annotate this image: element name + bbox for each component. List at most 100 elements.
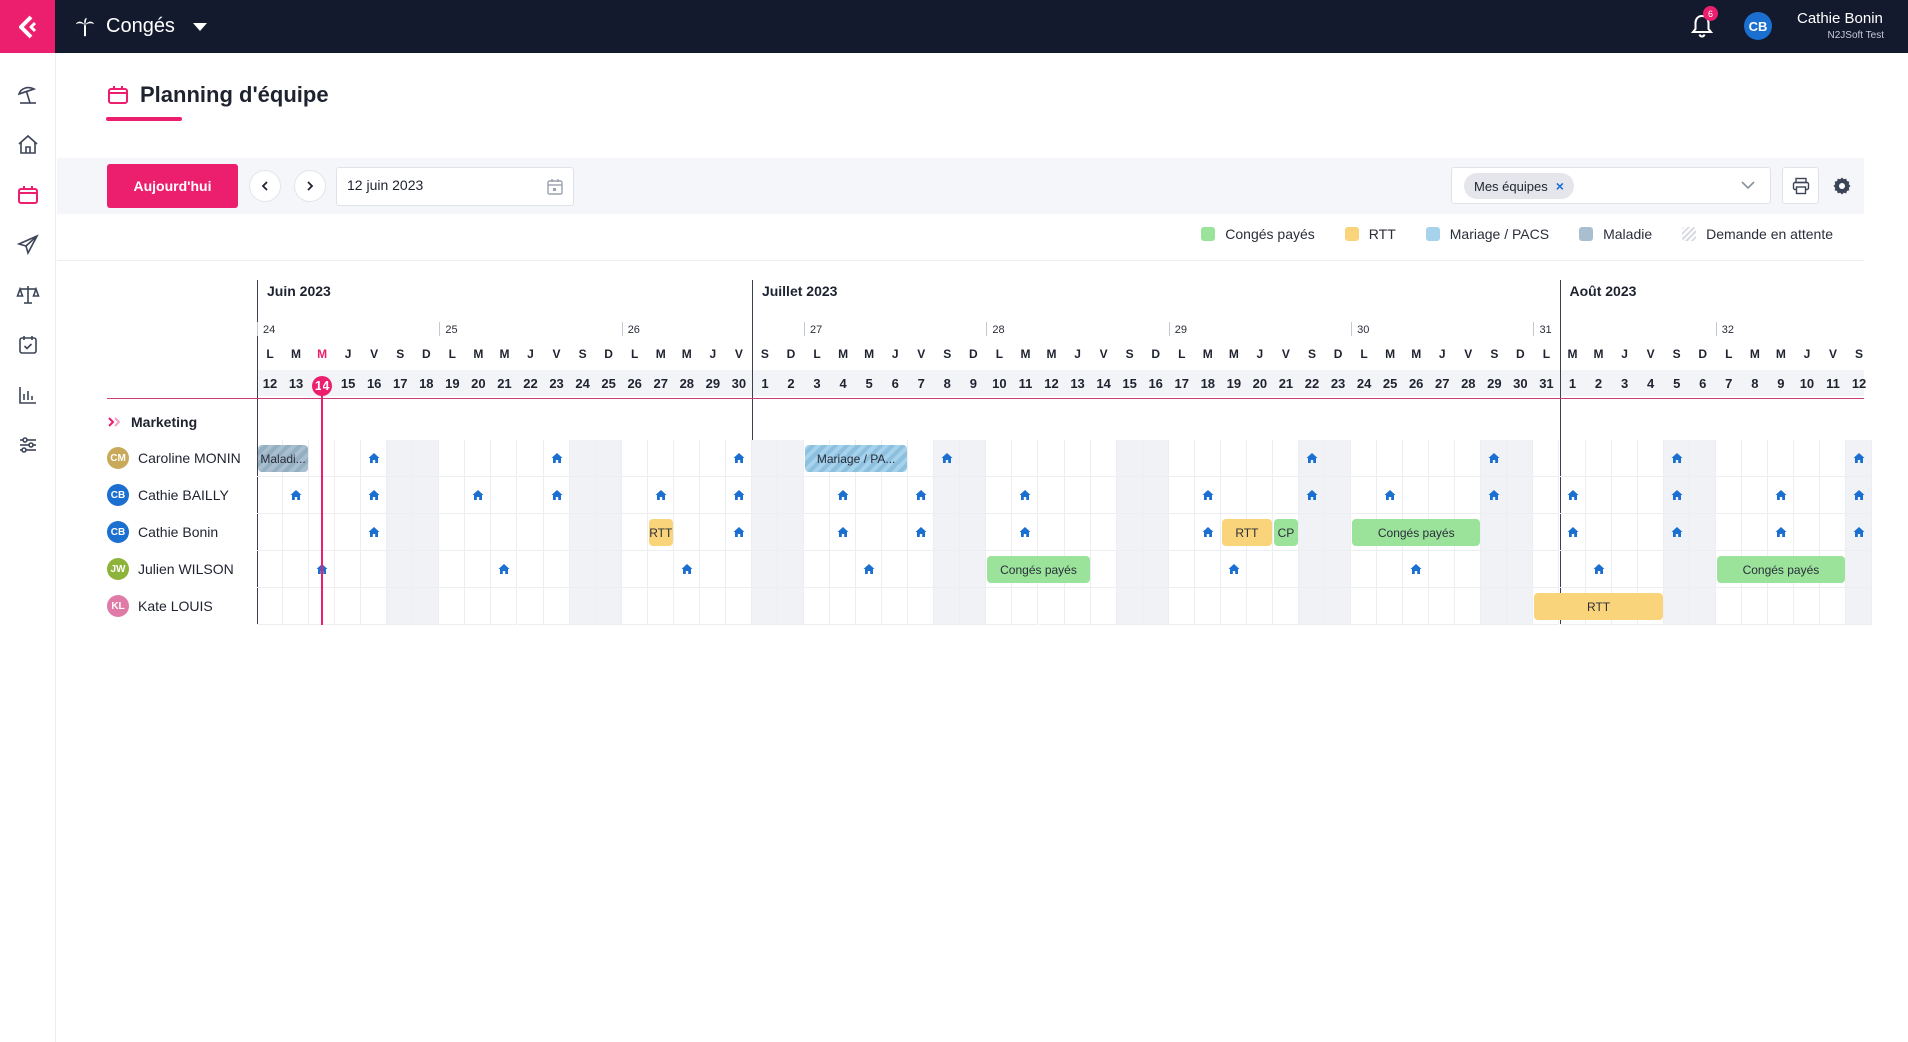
calendar-cell[interactable] bbox=[1846, 588, 1873, 625]
day-number[interactable]: 15 bbox=[1117, 376, 1143, 391]
calendar-cell[interactable] bbox=[1585, 514, 1612, 551]
calendar-cell[interactable] bbox=[491, 477, 518, 514]
calendar-cell[interactable] bbox=[1246, 477, 1273, 514]
calendar-cell[interactable] bbox=[751, 551, 778, 588]
calendar-cell[interactable] bbox=[1585, 440, 1612, 477]
calendar-cell[interactable] bbox=[1194, 588, 1221, 625]
day-number[interactable]: 17 bbox=[387, 376, 413, 391]
calendar-cell[interactable] bbox=[335, 588, 362, 625]
day-number[interactable]: 28 bbox=[1455, 376, 1481, 391]
calendar-cell[interactable] bbox=[1455, 551, 1482, 588]
day-number[interactable]: 12 bbox=[1039, 376, 1065, 391]
calendar-cell[interactable] bbox=[569, 514, 596, 551]
day-number[interactable]: 3 bbox=[804, 376, 830, 391]
calendar-cell[interactable] bbox=[1741, 477, 1768, 514]
calendar-cell[interactable] bbox=[413, 477, 440, 514]
leave-event[interactable]: RTT bbox=[1534, 593, 1663, 620]
calendar-cell[interactable] bbox=[1507, 477, 1534, 514]
calendar-cell[interactable] bbox=[1403, 440, 1430, 477]
calendar-cell[interactable] bbox=[1090, 551, 1117, 588]
calendar-cell[interactable] bbox=[413, 588, 440, 625]
calendar-cell[interactable] bbox=[882, 551, 909, 588]
calendar-cell[interactable] bbox=[569, 551, 596, 588]
calendar-cell[interactable] bbox=[335, 440, 362, 477]
calendar-cell[interactable] bbox=[517, 551, 544, 588]
calendar-cell[interactable] bbox=[1090, 514, 1117, 551]
calendar-cell[interactable] bbox=[1351, 551, 1378, 588]
day-number[interactable]: 17 bbox=[1169, 376, 1195, 391]
calendar-cell[interactable] bbox=[1351, 477, 1378, 514]
calendar-cell[interactable] bbox=[673, 514, 700, 551]
calendar-cell[interactable] bbox=[595, 551, 622, 588]
day-number[interactable]: 7 bbox=[908, 376, 934, 391]
day-number[interactable]: 19 bbox=[1221, 376, 1247, 391]
calendar-cell[interactable] bbox=[986, 477, 1013, 514]
calendar-cell[interactable] bbox=[1064, 588, 1091, 625]
calendar-cell[interactable] bbox=[361, 551, 388, 588]
calendar-cell[interactable] bbox=[1455, 588, 1482, 625]
calendar-cell[interactable] bbox=[1012, 588, 1039, 625]
calendar-cell[interactable] bbox=[1194, 551, 1221, 588]
calendar-cell[interactable] bbox=[1689, 551, 1716, 588]
day-number[interactable]: 13 bbox=[283, 376, 309, 391]
calendar-cell[interactable] bbox=[413, 551, 440, 588]
calendar-cell[interactable] bbox=[543, 588, 570, 625]
calendar-cell[interactable] bbox=[621, 477, 648, 514]
employee-row[interactable]: KL Kate LOUIS bbox=[107, 595, 213, 617]
calendar-cell[interactable] bbox=[725, 588, 752, 625]
calendar-cell[interactable] bbox=[257, 514, 283, 551]
calendar-cell[interactable] bbox=[751, 477, 778, 514]
calendar-cell[interactable] bbox=[387, 477, 414, 514]
calendar-cell[interactable] bbox=[1715, 514, 1742, 551]
calendar-cell[interactable] bbox=[725, 551, 752, 588]
calendar-cell[interactable] bbox=[1741, 514, 1768, 551]
calendar-cell[interactable] bbox=[1559, 440, 1586, 477]
calendar-cell[interactable] bbox=[778, 551, 804, 588]
calendar-cell[interactable] bbox=[647, 588, 674, 625]
calendar-cell[interactable] bbox=[1272, 477, 1299, 514]
calendar-cell[interactable] bbox=[1116, 514, 1143, 551]
calendar-cell[interactable] bbox=[1507, 514, 1534, 551]
calendar-cell[interactable] bbox=[1064, 440, 1091, 477]
day-number[interactable]: 18 bbox=[1195, 376, 1221, 391]
calendar-cell[interactable] bbox=[986, 440, 1013, 477]
calendar-cell[interactable] bbox=[595, 477, 622, 514]
calendar-cell[interactable] bbox=[1820, 477, 1846, 514]
calendar-cell[interactable] bbox=[1689, 440, 1716, 477]
calendar-cell[interactable] bbox=[1637, 514, 1664, 551]
calendar-cell[interactable] bbox=[1116, 588, 1143, 625]
calendar-cell[interactable] bbox=[1142, 477, 1169, 514]
day-number[interactable]: 8 bbox=[934, 376, 960, 391]
calendar-cell[interactable] bbox=[673, 588, 700, 625]
calendar-cell[interactable] bbox=[1325, 477, 1352, 514]
day-number[interactable]: 5 bbox=[1664, 376, 1690, 391]
calendar-cell[interactable] bbox=[257, 477, 283, 514]
calendar-cell[interactable] bbox=[1429, 551, 1456, 588]
calendar-cell[interactable] bbox=[1611, 551, 1638, 588]
calendar-cell[interactable] bbox=[1689, 477, 1716, 514]
day-number[interactable]: 4 bbox=[830, 376, 856, 391]
calendar-cell[interactable] bbox=[1246, 440, 1273, 477]
calendar-cell[interactable] bbox=[283, 514, 310, 551]
calendar-cell[interactable] bbox=[1116, 551, 1143, 588]
day-number[interactable]: 6 bbox=[1690, 376, 1716, 391]
day-number[interactable]: 8 bbox=[1742, 376, 1768, 391]
calendar-cell[interactable] bbox=[1533, 440, 1560, 477]
calendar-cell[interactable] bbox=[413, 440, 440, 477]
calendar-cell[interactable] bbox=[1038, 440, 1065, 477]
day-number[interactable]: 13 bbox=[1065, 376, 1091, 391]
calendar-cell[interactable] bbox=[1507, 440, 1534, 477]
calendar-cell[interactable] bbox=[960, 514, 987, 551]
calendar-cell[interactable] bbox=[1741, 440, 1768, 477]
day-number[interactable]: 10 bbox=[1794, 376, 1820, 391]
day-number[interactable]: 30 bbox=[726, 376, 752, 391]
calendar-cell[interactable] bbox=[465, 440, 492, 477]
calendar-cell[interactable] bbox=[1767, 440, 1794, 477]
calendar-cell[interactable] bbox=[1689, 514, 1716, 551]
calendar-cell[interactable] bbox=[439, 514, 466, 551]
calendar-cell[interactable] bbox=[1038, 588, 1065, 625]
calendar-cell[interactable] bbox=[1637, 551, 1664, 588]
calendar-cell[interactable] bbox=[1116, 440, 1143, 477]
calendar-cell[interactable] bbox=[621, 551, 648, 588]
calendar-cell[interactable] bbox=[960, 588, 987, 625]
